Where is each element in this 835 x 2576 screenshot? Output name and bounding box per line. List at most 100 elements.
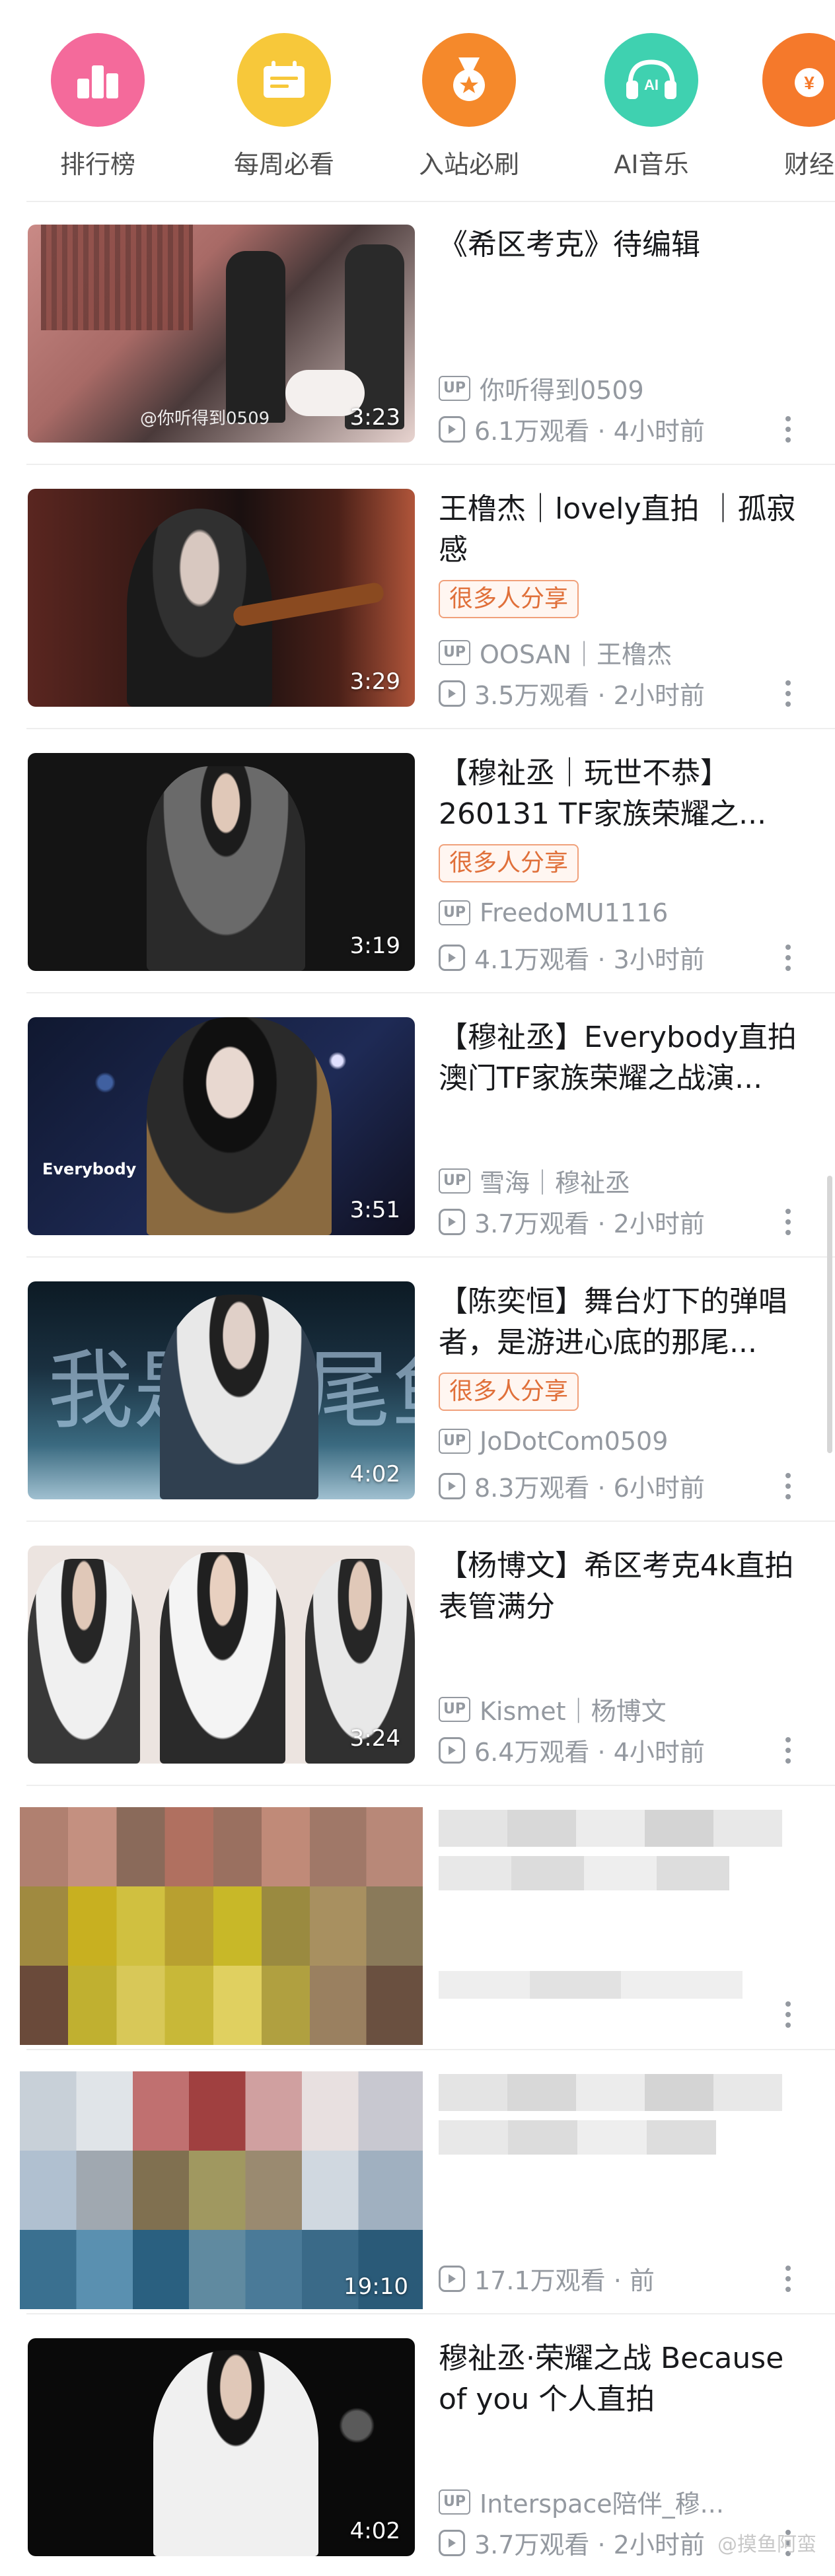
- stats-line: 3.7万观看 · 2小时前: [439, 2524, 705, 2561]
- share-tag-badge: 很多人分享: [439, 580, 579, 618]
- uploader-line[interactable]: UP FreedoMU1116: [439, 898, 668, 927]
- more-menu-icon[interactable]: [783, 2266, 793, 2297]
- video-item[interactable]: 4:02 穆祉丞·荣耀之战 Because of you 个人直拍 UP Inte…: [0, 2312, 835, 2576]
- video-thumbnail[interactable]: 4:02: [28, 2338, 415, 2556]
- video-duration: 3:19: [349, 933, 400, 959]
- stats-line: 3.5万观看 · 2小时前: [439, 675, 705, 711]
- view-count: 17.1万观看 · 前: [474, 2266, 655, 2295]
- video-thumbnail[interactable]: 19:10: [20, 2071, 423, 2309]
- category-ai-music[interactable]: AI AI音乐: [572, 33, 731, 180]
- video-title[interactable]: 王橹杰｜lovely直拍 ｜孤寂感: [439, 489, 809, 571]
- view-count: 3.7万观看 · 2小时前: [474, 1209, 705, 1238]
- more-menu-icon[interactable]: [783, 416, 793, 448]
- stats-line: 4.1万观看 · 3小时前: [439, 939, 705, 976]
- ai-music-icon: AI: [604, 33, 698, 127]
- video-thumbnail[interactable]: @你听得到0509 3:23: [28, 225, 415, 443]
- more-menu-icon[interactable]: [783, 2001, 793, 2033]
- video-title[interactable]: 穆祉丞·荣耀之战 Because of you 个人直拍: [439, 2338, 809, 2420]
- ranking-icon: [51, 33, 145, 127]
- more-menu-icon[interactable]: [783, 945, 793, 976]
- more-menu-icon[interactable]: [783, 1737, 793, 1769]
- uploader-line[interactable]: UP Interspace陪伴_穆...: [439, 2484, 724, 2520]
- up-badge-icon: UP: [439, 900, 470, 925]
- more-menu-icon[interactable]: [783, 680, 793, 712]
- category-label: AI音乐: [614, 150, 689, 179]
- video-thumbnail[interactable]: 3:24: [28, 1546, 415, 1764]
- up-badge-icon: UP: [439, 1168, 470, 1194]
- video-title[interactable]: 《希区考克》待编辑: [439, 225, 809, 306]
- uploader-line[interactable]: UP Kismet｜杨博文: [439, 1691, 667, 1727]
- share-tag-badge: 很多人分享: [439, 844, 579, 882]
- video-thumbnail[interactable]: [20, 1807, 423, 2045]
- svg-text:¥: ¥: [804, 73, 815, 93]
- video-title[interactable]: 【陈奕恒】舞台灯下的弹唱者，是游进心底的那尾...: [439, 1281, 809, 1363]
- uploader-name: Interspace陪伴_穆...: [480, 2489, 724, 2519]
- view-count: 6.1万观看 · 4小时前: [474, 417, 705, 446]
- view-count: 8.3万观看 · 6小时前: [474, 1474, 705, 1503]
- view-count: 3.5万观看 · 2小时前: [474, 681, 705, 710]
- calendar-icon: [237, 33, 331, 127]
- thumbnail-watermark: @你听得到0509: [140, 409, 270, 429]
- video-item-censored[interactable]: 19:10 17.1万观看 · 前: [0, 2048, 835, 2312]
- video-duration: 3:51: [349, 1197, 400, 1223]
- video-item[interactable]: Everybody 3:51 【穆祉丞】Everybody直拍 澳门TF家族荣耀…: [0, 991, 835, 1255]
- video-thumbnail[interactable]: 3:19: [28, 753, 415, 971]
- play-icon: [439, 944, 465, 971]
- category-finance[interactable]: ¥ 财经: [753, 33, 835, 180]
- up-badge-icon: UP: [439, 375, 470, 401]
- uploader-line[interactable]: UP 你听得到0509: [439, 370, 644, 406]
- category-row: 排行榜 每周必看 入站必刷 AI AI音乐 ¥ 财经: [0, 0, 835, 202]
- uploader-name: JoDotCom0509: [480, 1427, 669, 1456]
- thumbnail-watermark: Everybody: [42, 1160, 137, 1178]
- stats-line: 3.7万观看 · 2小时前: [439, 1203, 705, 1240]
- play-icon: [439, 1208, 465, 1235]
- video-thumbnail[interactable]: 我是一尾鱼 4:02: [28, 1281, 415, 1499]
- video-item[interactable]: @你听得到0509 3:23 《希区考克》待编辑 UP 你听得到0509 6.1万…: [0, 198, 835, 462]
- video-thumbnail[interactable]: Everybody 3:51: [28, 1017, 415, 1235]
- video-thumbnail[interactable]: 3:29: [28, 489, 415, 707]
- video-duration: 3:29: [349, 668, 400, 695]
- play-icon: [439, 415, 465, 443]
- uploader-name: OOSAN｜王橹杰: [480, 640, 672, 669]
- censored-text-area: [439, 2074, 795, 2206]
- up-badge-icon: UP: [439, 1696, 470, 1722]
- up-badge-icon: UP: [439, 1429, 470, 1454]
- uploader-name: 你听得到0509: [480, 376, 644, 405]
- category-label: 每周必看: [233, 150, 334, 179]
- stats-line: 17.1万观看 · 前: [439, 2260, 655, 2297]
- play-icon: [439, 680, 465, 707]
- view-count: 6.4万观看 · 4小时前: [474, 1738, 705, 1767]
- up-badge-icon: UP: [439, 639, 470, 665]
- video-title[interactable]: 【杨博文】希区考克4k直拍 表管满分: [439, 1546, 809, 1628]
- video-title[interactable]: 【穆祉丞】Everybody直拍 澳门TF家族荣耀之战演...: [439, 1017, 809, 1099]
- uploader-name: Kismet｜杨博文: [480, 1697, 667, 1726]
- uploader-line[interactable]: UP 雪海｜穆祉丞: [439, 1163, 630, 1199]
- category-ranking[interactable]: 排行榜: [18, 33, 177, 180]
- video-item[interactable]: 3:29 王橹杰｜lovely直拍 ｜孤寂感 很多人分享 UP OOSAN｜王橹杰…: [0, 462, 835, 727]
- uploader-line[interactable]: UP JoDotCom0509: [439, 1427, 668, 1456]
- video-title[interactable]: 【穆祉丞｜玩世不恭】260131 TF家族荣耀之...: [439, 753, 809, 835]
- category-must-watch[interactable]: 入站必刷: [390, 33, 548, 180]
- up-badge-icon: UP: [439, 2489, 470, 2515]
- medal-icon: [422, 33, 516, 127]
- scrollbar[interactable]: [827, 1176, 832, 1453]
- video-item-censored[interactable]: [0, 1783, 835, 2048]
- more-menu-icon[interactable]: [783, 1209, 793, 1240]
- category-weekly[interactable]: 每周必看: [205, 33, 363, 180]
- share-tag-badge: 很多人分享: [439, 1373, 579, 1411]
- uploader-name: FreedoMU1116: [480, 898, 669, 927]
- uploader-name: 雪海｜穆祉丞: [480, 1168, 631, 1198]
- stats-line: 6.4万观看 · 4小时前: [439, 1732, 705, 1768]
- play-icon: [439, 2529, 465, 2556]
- video-item[interactable]: 3:19 【穆祉丞｜玩世不恭】260131 TF家族荣耀之... 很多人分享 U…: [0, 727, 835, 991]
- video-duration: 4:02: [349, 2518, 400, 2544]
- video-item[interactable]: 3:24 【杨博文】希区考克4k直拍 表管满分 UP Kismet｜杨博文 6.4…: [0, 1519, 835, 1783]
- stats-line: 6.1万观看 · 4小时前: [439, 411, 705, 447]
- view-count: 4.1万观看 · 3小时前: [474, 945, 705, 974]
- more-menu-icon[interactable]: [783, 1473, 793, 1505]
- video-duration: 19:10: [344, 2273, 408, 2300]
- video-item[interactable]: 我是一尾鱼 4:02 【陈奕恒】舞台灯下的弹唱者，是游进心底的那尾... 很多人…: [0, 1255, 835, 1519]
- uploader-line[interactable]: UP OOSAN｜王橹杰: [439, 634, 672, 670]
- video-duration: 3:23: [349, 404, 400, 431]
- censored-text-area: [439, 1810, 795, 2008]
